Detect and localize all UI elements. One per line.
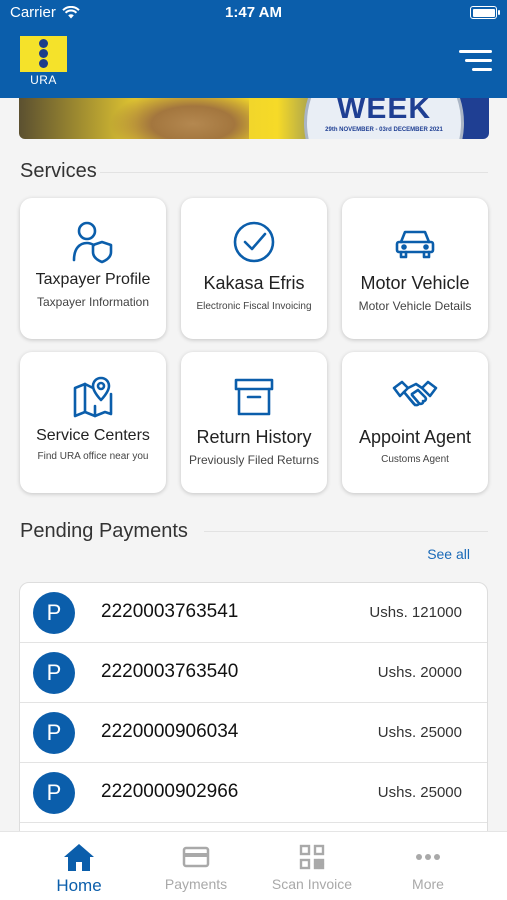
service-subtitle: Previously Filed Returns bbox=[188, 453, 320, 467]
menu-button[interactable] bbox=[459, 50, 492, 74]
tab-label: Scan Invoice bbox=[271, 876, 353, 892]
service-subtitle: Taxpayer Information bbox=[36, 295, 150, 309]
payment-badge: P bbox=[33, 592, 75, 634]
service-card-return-history[interactable]: Return History Previously Filed Returns bbox=[181, 352, 327, 493]
more-dots-icon bbox=[416, 854, 440, 860]
qr-code-icon bbox=[299, 844, 325, 870]
banner-photo bbox=[109, 98, 249, 139]
payment-amount: Ushs. 25000 bbox=[377, 784, 462, 801]
service-card-motor-vehicle[interactable]: Motor Vehicle Motor Vehicle Details bbox=[342, 198, 488, 339]
payment-badge: P bbox=[33, 712, 75, 754]
promo-banner[interactable]: WEEK 29th NOVEMBER - 03rd DECEMBER 2021 bbox=[19, 98, 489, 139]
menu-icon bbox=[459, 50, 492, 53]
tab-home[interactable]: Home bbox=[19, 842, 139, 896]
service-subtitle: Motor Vehicle Details bbox=[358, 299, 472, 313]
tab-more[interactable]: More bbox=[368, 842, 488, 892]
service-subtitle: Customs Agent bbox=[381, 454, 449, 465]
pending-payments-title: Pending Payments bbox=[20, 520, 188, 542]
banner-dates: 29th NOVEMBER - 03rd DECEMBER 2021 bbox=[325, 127, 443, 133]
services-title: Services bbox=[20, 160, 97, 182]
service-title: Taxpayer Profile bbox=[35, 271, 151, 288]
payment-amount: Ushs. 121000 bbox=[369, 604, 462, 621]
payment-prn: 2220000902966 bbox=[101, 781, 239, 802]
user-shield-icon bbox=[72, 221, 113, 264]
divider bbox=[204, 531, 488, 532]
payment-badge: P bbox=[33, 772, 75, 814]
service-title: Kakasa Efris bbox=[203, 273, 305, 293]
payment-row[interactable]: P 2220000906034 Ushs. 25000 bbox=[20, 703, 487, 763]
see-all-link[interactable]: See all bbox=[427, 546, 470, 562]
handshake-icon bbox=[392, 380, 438, 407]
service-card-kakasa-efris[interactable]: Kakasa Efris Electronic Fiscal Invoicing bbox=[181, 198, 327, 339]
service-title: Return History bbox=[196, 427, 312, 447]
home-icon bbox=[64, 844, 94, 871]
banner-headline: WEEK bbox=[337, 98, 431, 125]
bottom-tab-bar: Home Payments Scan Invoice More bbox=[0, 831, 507, 900]
clock: 1:47 AM bbox=[225, 4, 282, 21]
pending-payments-list: P 2220003763541 Ushs. 121000 P 222000376… bbox=[19, 582, 488, 842]
service-subtitle: Find URA office near you bbox=[37, 451, 149, 462]
service-card-appoint-agent[interactable]: Appoint Agent Customs Agent bbox=[342, 352, 488, 493]
service-title: Appoint Agent bbox=[358, 427, 472, 447]
tab-payments[interactable]: Payments bbox=[136, 842, 256, 892]
payment-row[interactable]: P 2220000902966 Ushs. 25000 bbox=[20, 763, 487, 823]
service-title: Service Centers bbox=[36, 427, 150, 444]
check-circle-icon bbox=[233, 221, 275, 263]
service-card-taxpayer-profile[interactable]: Taxpayer Profile Taxpayer Information bbox=[20, 198, 166, 339]
status-bar: Carrier 1:47 AM bbox=[0, 4, 507, 24]
logo-text: URA bbox=[20, 72, 67, 88]
payment-row[interactable]: P 2220003763541 Ushs. 121000 bbox=[20, 583, 487, 643]
home-screen: Carrier 1:47 AM URA WEEK 29th NOVEMBER -… bbox=[0, 0, 507, 900]
map-pin-icon bbox=[73, 376, 113, 418]
payment-prn: 2220003763541 bbox=[101, 601, 239, 622]
archive-box-icon bbox=[234, 378, 274, 416]
payment-row[interactable]: P 2220003763540 Ushs. 20000 bbox=[20, 643, 487, 703]
car-icon bbox=[395, 230, 435, 259]
tab-label: More bbox=[412, 876, 444, 892]
tab-label: Payments bbox=[164, 876, 228, 892]
payment-amount: Ushs. 20000 bbox=[377, 664, 462, 681]
payment-amount: Ushs. 25000 bbox=[377, 724, 462, 741]
tab-scan-invoice[interactable]: Scan Invoice bbox=[252, 842, 372, 892]
card-icon bbox=[182, 846, 210, 868]
payment-prn: 2220003763540 bbox=[101, 661, 239, 682]
battery-icon bbox=[470, 6, 500, 19]
tab-label: Home bbox=[56, 876, 102, 895]
app-header: Carrier 1:47 AM URA bbox=[0, 0, 507, 98]
divider bbox=[100, 172, 488, 173]
service-card-service-centers[interactable]: Service Centers Find URA office near you bbox=[20, 352, 166, 493]
service-title: Motor Vehicle bbox=[360, 273, 470, 293]
service-subtitle: Electronic Fiscal Invoicing bbox=[196, 301, 312, 312]
payment-badge: P bbox=[33, 652, 75, 694]
payment-prn: 2220000906034 bbox=[101, 721, 239, 742]
ura-logo: URA bbox=[19, 35, 68, 89]
